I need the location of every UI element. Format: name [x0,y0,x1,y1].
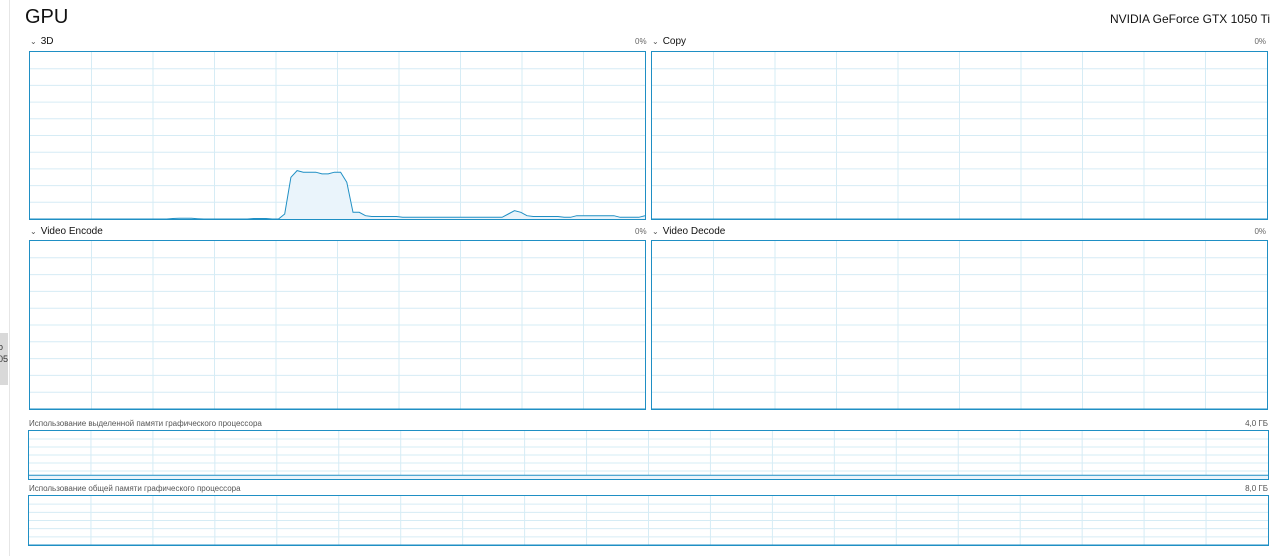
graph-3d [29,51,646,220]
chevron-down-icon: ⌄ [30,227,37,236]
graph-3d-percent: 0% [635,37,647,46]
graph-copy-percent: 0% [1254,37,1266,46]
graph-video-decode [651,240,1268,410]
graph-video-decode-selector[interactable]: ⌄ Video Decode [652,226,725,237]
left-tab-text: о 05 [0,342,8,364]
series-area [30,170,645,219]
chevron-down-icon: ⌄ [652,227,659,236]
shared-memory-graph [28,495,1269,546]
graph-video-decode-svg [652,241,1267,409]
chevron-down-icon: ⌄ [30,37,37,46]
page-title: GPU [25,6,69,28]
graph-video-decode-label: Video Decode [662,226,726,237]
dedicated-memory-graph [28,430,1269,480]
graph-video-encode-selector[interactable]: ⌄ Video Encode [30,226,103,237]
graph-copy-label: Copy [662,36,687,47]
series-area [29,475,1268,479]
dedicated-memory-max: 4,0 ГБ [1245,419,1268,428]
left-pane-edge [0,0,10,556]
dedicated-memory-svg [29,431,1268,479]
graph-3d-label: 3D [40,36,54,47]
graph-video-encode-svg [30,241,645,409]
left-pane-selected-item[interactable]: о 05 [0,333,8,385]
graph-3d-selector[interactable]: ⌄ 3D [30,36,54,47]
graph-copy [651,51,1268,220]
graph-3d-svg [30,52,645,219]
graph-video-encode-label: Video Encode [40,226,103,237]
shared-memory-label: Использование общей памяти графического … [29,484,241,493]
graph-video-encode [29,240,646,410]
chevron-down-icon: ⌄ [652,37,659,46]
graph-video-decode-percent: 0% [1254,227,1266,236]
graph-copy-selector[interactable]: ⌄ Copy [652,36,686,47]
graph-video-encode-percent: 0% [635,227,647,236]
gpu-name: NVIDIA GeForce GTX 1050 Ti [1109,12,1270,26]
shared-memory-max: 8,0 ГБ [1245,484,1268,493]
graph-copy-svg [652,52,1267,219]
dedicated-memory-label: Использование выделенной памяти графичес… [29,419,262,428]
shared-memory-svg [29,496,1268,545]
